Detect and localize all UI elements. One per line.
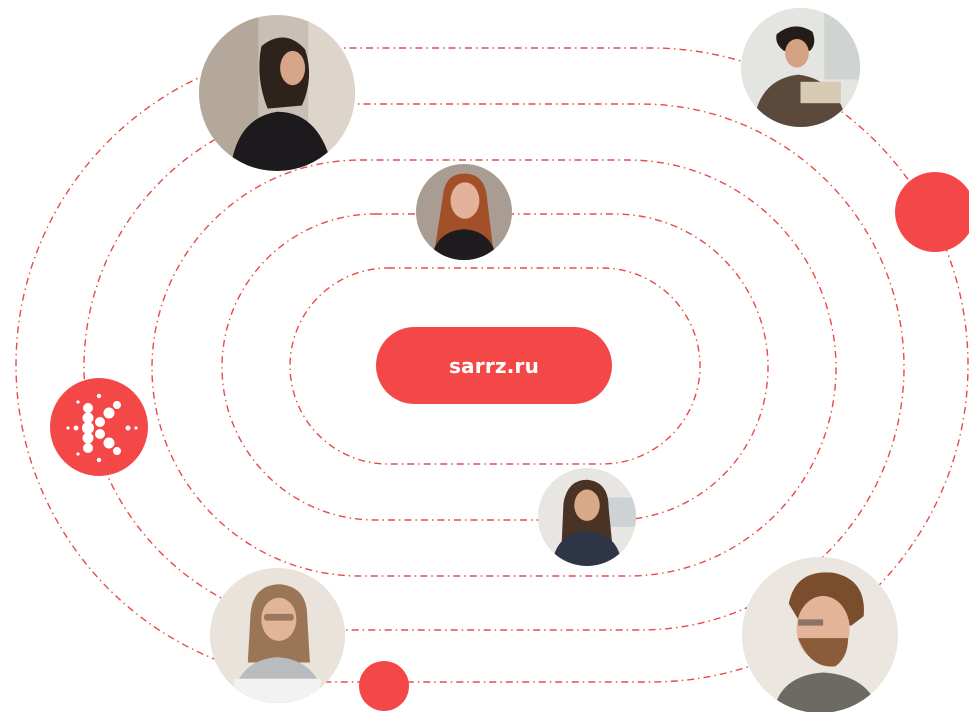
woman-at-desk-smiling-photo (538, 468, 636, 566)
woman-dark-hair-looking-away-photo (199, 15, 355, 171)
orbit-illustration: sarrz.ru (0, 0, 969, 712)
woman-glasses-laptop-photo (210, 568, 345, 703)
man-glasses-reading-photo (741, 8, 860, 127)
smiling-red-haired-woman-photo (416, 164, 512, 260)
accent-dot-bottom (359, 661, 409, 711)
accent-dot-right (895, 172, 969, 252)
site-link-button[interactable]: sarrz.ru (376, 327, 612, 404)
molecule-k-logo-icon (50, 378, 148, 476)
bearded-man-profile-photo (742, 557, 898, 712)
